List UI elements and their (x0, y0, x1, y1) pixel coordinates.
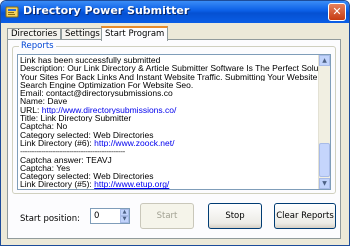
window-title: Directory Power Submitter (23, 4, 190, 17)
start-program-panel: Reports Link has been successfully submi… (7, 39, 341, 239)
report-line: Title: Link Directory Submitter (20, 114, 132, 123)
report-line-url: URL: http://www.directorysubmissions.co/ (20, 106, 320, 114)
scroll-up-icon[interactable]: ▲ (319, 55, 330, 66)
report-line: Category selected: Web Directories (20, 172, 154, 181)
report-line: Captcha: No (20, 122, 68, 131)
report-line: Category selected: Web Directories (20, 130, 154, 139)
reports-content: Link has been successfully submitted Des… (20, 56, 320, 190)
start-position-label: Start position: (20, 214, 80, 224)
report-line: Email: contact@directorysubmissions.co (20, 89, 173, 98)
start-position-spinner: ▲ ▼ (120, 209, 129, 223)
title-bar[interactable]: Directory Power Submitter ✕ (1, 1, 349, 23)
report-divider: ----------------------------------------… (20, 147, 125, 156)
reports-textbox[interactable]: Link has been successfully submitted Des… (17, 54, 331, 190)
report-line-dir5-prefix: Link Directory (#5): (20, 180, 95, 189)
clear-reports-button[interactable]: Clear Reports (274, 203, 336, 229)
close-button[interactable]: ✕ (328, 3, 346, 21)
app-icon (5, 6, 19, 18)
reports-scrollbar[interactable]: ▲ ▼ (318, 55, 330, 189)
report-line: Name: Dave (20, 97, 68, 106)
reports-label: Reports (19, 41, 56, 51)
report-line-dir5: Link Directory (#5): http://www.etup.org… (20, 180, 320, 188)
report-line: Link has been successfully submitted (20, 56, 161, 65)
report-divider: ----------------------------------------… (20, 189, 320, 190)
scroll-down-icon[interactable]: ▼ (319, 178, 330, 189)
report-line-url-prefix: URL: (20, 105, 42, 115)
report-line-dir6: Link Directory (#6): http://www.zoock.ne… (20, 139, 320, 147)
stop-button[interactable]: Stop (208, 203, 262, 229)
start-button[interactable]: Start (140, 203, 194, 229)
report-line: Captcha: Yes (20, 163, 71, 173)
reports-group: Reports Link has been successfully submi… (12, 41, 336, 194)
report-line: Search Engine Optimization For Website S… (20, 80, 194, 90)
url-link[interactable]: http://www.directorysubmissions.co/ (42, 106, 177, 114)
app-window: Directory Power Submitter ✕ Directories … (0, 0, 350, 246)
report-line: Captcha answer: TEAVJ (20, 155, 112, 164)
directory-6-link[interactable]: http://www.zoock.net/ (94, 139, 174, 147)
report-line-dir6-prefix: Link Directory (#6): (20, 138, 95, 148)
directory-5-link[interactable]: http://www.etup.org/ (94, 180, 169, 188)
scroll-thumb[interactable] (319, 143, 330, 177)
spin-up-icon[interactable]: ▲ (120, 209, 129, 216)
tab-start-program[interactable]: Start Program (101, 26, 169, 41)
close-icon: ✕ (332, 5, 342, 18)
report-line: Your Sites For Back Links And Instant We… (20, 72, 320, 81)
spin-down-icon[interactable]: ▼ (120, 216, 129, 223)
report-line: Description: Our Link Directory & Articl… (20, 64, 320, 73)
